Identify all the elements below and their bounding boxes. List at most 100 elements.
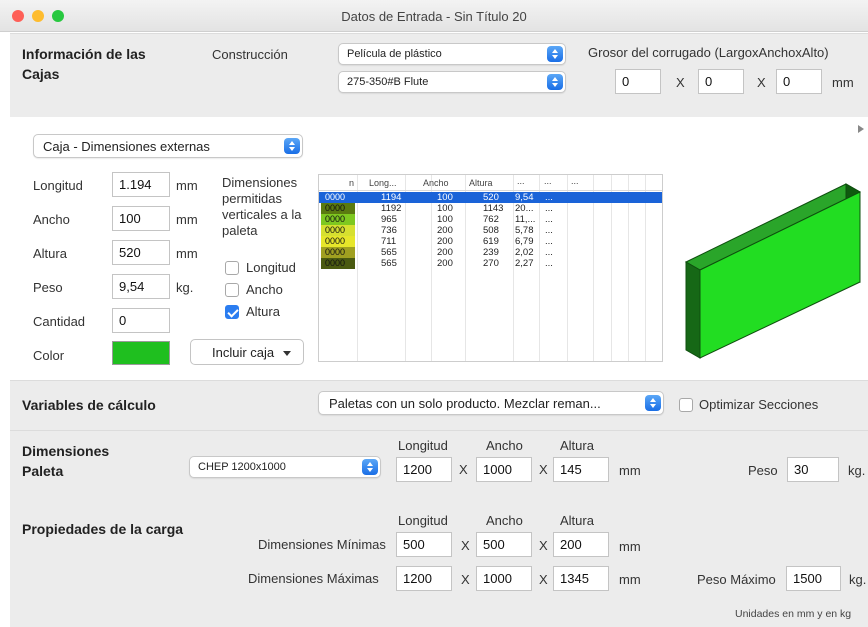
select-arrows-icon <box>547 46 563 62</box>
x-separator: X <box>461 572 470 587</box>
table-header: n Long... Ancho Altura ... ... ... <box>319 175 662 191</box>
variables-heading: Variables de cálculo <box>22 397 156 413</box>
caja-altura-input[interactable]: 520 <box>112 240 170 265</box>
carga-ancho-header: Ancho <box>486 513 523 528</box>
row-color-swatch: 0000 <box>321 258 355 269</box>
cell-long: 711 <box>381 236 397 247</box>
cell-peso: 20... <box>515 203 534 214</box>
table-row[interactable]: 0000 1192 100 1143 20...... <box>319 203 662 214</box>
paleta-longitud-input[interactable]: 1200 <box>396 457 452 482</box>
peso-maximo-label: Peso Máximo <box>697 572 776 587</box>
row-color-swatch: 0000 <box>321 236 355 247</box>
table-row[interactable]: 0000 736 200 508 5,78... <box>319 225 662 236</box>
table-row[interactable]: 0000 711 200 619 6,79... <box>319 236 662 247</box>
peso-maximo-unit: kg. <box>849 572 867 587</box>
incluir-caja-button[interactable]: Incluir caja <box>190 339 304 365</box>
row-color-swatch: 0000 <box>325 192 346 202</box>
longitud-unit: mm <box>176 178 198 193</box>
cell-ancho: 200 <box>437 236 453 247</box>
col-header-extra-2: ... <box>544 176 552 186</box>
cell-long: 1192 <box>381 203 402 214</box>
permitir-ancho-checkbox[interactable] <box>225 283 239 297</box>
permitir-ancho-label: Ancho <box>246 282 283 297</box>
table-row[interactable]: 0000 565 200 270 2,27... <box>319 258 662 269</box>
x-separator: X <box>757 75 766 90</box>
carga-max-unit: mm <box>619 572 641 587</box>
peso-unit: kg. <box>176 280 194 295</box>
carga-min-altura-input[interactable]: 200 <box>553 532 609 557</box>
carga-altura-header: Altura <box>560 513 594 528</box>
paleta-ancho-input[interactable]: 1000 <box>476 457 532 482</box>
cell-ancho: 200 <box>437 258 453 269</box>
permitir-longitud-label: Longitud <box>246 260 296 275</box>
row-color-swatch: 0000 <box>321 203 355 214</box>
collapse-arrow-icon[interactable] <box>858 125 864 133</box>
select-arrows-icon <box>547 74 563 90</box>
paleta-heading: Dimensiones Paleta <box>22 443 110 479</box>
cell-peso: 9,54 <box>515 192 534 203</box>
table-row[interactable]: 0000 1194 100 520 9,54... <box>319 192 662 203</box>
permitir-altura-label: Altura <box>246 304 280 319</box>
flute-select[interactable]: 275-350#B Flute <box>338 71 566 93</box>
caja-cantidad-input[interactable]: 0 <box>112 308 170 333</box>
cell-extra: ... <box>545 236 553 247</box>
col-header-extra-1: ... <box>517 176 525 186</box>
optimizar-secciones-label: Optimizar Secciones <box>699 397 819 412</box>
ancho-label: Ancho <box>33 212 70 227</box>
cell-ancho: 200 <box>437 247 453 258</box>
chevron-down-icon <box>282 351 291 357</box>
construccion-select[interactable]: Película de plástico <box>338 43 566 65</box>
carga-longitud-header: Longitud <box>398 513 448 528</box>
paleta-type-value: CHEP 1200x1000 <box>198 461 286 473</box>
carga-max-altura-input[interactable]: 1345 <box>553 566 609 591</box>
caja-peso-input[interactable]: 9,54 <box>112 274 170 299</box>
cell-extra: ... <box>545 258 553 269</box>
cell-peso: 2,27 <box>515 258 534 269</box>
cell-ancho: 100 <box>437 192 453 203</box>
cell-peso: 6,79 <box>515 236 534 247</box>
cell-long: 1194 <box>381 192 402 203</box>
carga-max-longitud-input[interactable]: 1200 <box>396 566 452 591</box>
grosor-ancho-input[interactable]: 0 <box>698 69 744 94</box>
cell-extra: ... <box>545 225 553 236</box>
peso-maximo-input[interactable]: 1500 <box>786 566 841 591</box>
cell-ancho: 200 <box>437 225 453 236</box>
paleta-type-select[interactable]: CHEP 1200x1000 <box>189 456 381 478</box>
cell-ancho: 100 <box>437 214 453 225</box>
cell-peso: 5,78 <box>515 225 534 236</box>
units-note: Unidades en mm y en kg <box>735 608 852 620</box>
construccion-value: Película de plástico <box>347 48 442 60</box>
optimizar-secciones-checkbox[interactable] <box>679 398 693 412</box>
title-bar: Datos de Entrada - Sin Título 20 <box>0 0 868 32</box>
select-arrows-icon <box>645 395 661 411</box>
paleta-peso-input[interactable]: 30 <box>787 457 839 482</box>
carga-max-ancho-input[interactable]: 1000 <box>476 566 532 591</box>
permitir-longitud-checkbox[interactable] <box>225 261 239 275</box>
cell-altura: 239 <box>483 247 499 258</box>
cajas-heading: Información de las Cajas <box>22 46 146 82</box>
altura-label: Altura <box>33 246 67 261</box>
color-swatch[interactable] <box>112 341 170 365</box>
cell-extra: ... <box>545 247 553 258</box>
caja-longitud-input[interactable]: 1.194 <box>112 172 170 197</box>
dimensiones-permitidas-label: Dimensiones permitidas verticales a la p… <box>222 175 302 238</box>
carga-min-longitud-input[interactable]: 500 <box>396 532 452 557</box>
paleta-altura-input[interactable]: 145 <box>553 457 609 482</box>
cell-long: 565 <box>381 258 397 269</box>
table-row[interactable]: 0000 565 200 239 2,02... <box>319 247 662 258</box>
carga-min-ancho-input[interactable]: 500 <box>476 532 532 557</box>
grosor-largo-input[interactable]: 0 <box>615 69 661 94</box>
grosor-alto-input[interactable]: 0 <box>776 69 822 94</box>
longitud-label: Longitud <box>33 178 83 193</box>
caja-list-table[interactable]: n Long... Ancho Altura ... ... ... 0000 1… <box>318 174 663 362</box>
paleta-longitud-header: Longitud <box>398 438 448 453</box>
calculo-mode-select[interactable]: Paletas con un solo producto. Mezclar re… <box>318 391 664 415</box>
calculo-mode-value: Paletas con un solo producto. Mezclar re… <box>329 396 601 411</box>
grosor-label: Grosor del corrugado (LargoxAnchoxAlto) <box>588 45 829 60</box>
permitir-altura-checkbox[interactable] <box>225 305 239 319</box>
caja-dimension-type-select[interactable]: Caja - Dimensiones externas <box>33 134 303 158</box>
caja-ancho-input[interactable]: 100 <box>112 206 170 231</box>
table-row[interactable]: 0000 965 100 762 11,...... <box>319 214 662 225</box>
paleta-ancho-header: Ancho <box>486 438 523 453</box>
cell-peso: 11,... <box>515 214 536 225</box>
